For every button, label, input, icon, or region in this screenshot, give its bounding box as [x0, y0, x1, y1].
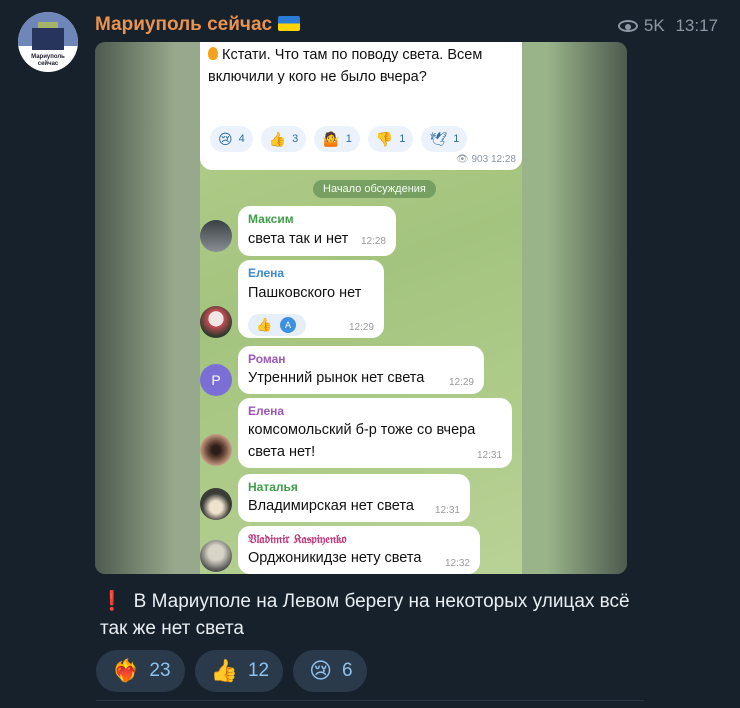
post-time: 13:17 — [675, 16, 718, 35]
avatar — [200, 434, 232, 466]
avatar — [200, 220, 232, 252]
eye-icon — [617, 20, 638, 32]
comment-time: 12:29 — [448, 377, 474, 388]
avatar-logo-text: Мариуполь сейчас — [31, 54, 65, 67]
screenshot-reactions: 😢 4 👍 3 🤷 1 👎 1 🕊 1 — [210, 126, 468, 152]
reaction-count: 6 — [342, 660, 353, 681]
crying-face-icon: 😢 — [309, 658, 333, 683]
light-bulb-icon — [208, 47, 218, 60]
avatar — [200, 540, 232, 572]
screenshot-reaction-dove: 🕊 1 — [421, 126, 468, 152]
comment-author: Елена — [248, 404, 285, 418]
comment-bubble: Максим света так и нет 12:28 — [238, 206, 396, 256]
exclamation-icon: ❗ — [100, 591, 124, 612]
avatar — [200, 488, 232, 520]
channel-message-text: Кстати. Что там по поводу света. Всем вк… — [208, 47, 483, 85]
avatar-building — [32, 28, 64, 50]
avatar: Р — [200, 364, 232, 396]
comment-time: 12:32 — [444, 558, 470, 569]
screenshot-reaction-thumbs-up: 👍 3 — [260, 126, 307, 152]
channel-name-text: Мариуполь сейчас — [95, 14, 273, 35]
reaction-thumbs-up[interactable]: 👍 12 — [194, 650, 284, 692]
comment-text: Пашковского нет — [248, 285, 362, 301]
comment-text: Орджоникидзе нету света — [248, 550, 422, 566]
dove-icon: 🕊 — [429, 130, 448, 147]
comment-bubble: Наталья Владимирская нет света 12:31 — [238, 474, 470, 522]
channel-message-bubble: Кстати. Что там по поводу света. Всем вк… — [200, 42, 522, 170]
comment-time: 12:31 — [476, 450, 502, 461]
thumbs-up-icon: 👍 — [210, 658, 238, 683]
comment-author: Наталья — [248, 480, 298, 494]
screenshot-reaction-thumbs-down: 👎 1 — [367, 126, 414, 152]
comment-author: 𝔙𝔩𝔞𝔡𝔦𝔪𝔦𝔯 𝔎𝔞𝔰𝔭𝔦𝔶𝔢𝔫𝔨𝔬 — [248, 532, 347, 546]
reactor-avatar: A — [280, 317, 296, 333]
thumbs-up-icon: 👍 — [268, 130, 287, 147]
comment-time: 12:29 — [348, 322, 374, 333]
comment-reaction: 👍 A — [248, 314, 306, 336]
reaction-crying-face[interactable]: 😢 6 — [293, 650, 367, 692]
comment-text: Владимирская нет света — [248, 498, 414, 514]
avatar — [200, 306, 232, 338]
comment-text: света так и нет — [248, 231, 349, 247]
post-caption: ❗ В Мариуполе на Левом берегу на некоторы… — [100, 588, 660, 642]
post-photo[interactable]: Кстати. Что там по поводу света. Всем вк… — [95, 42, 627, 574]
reaction-count: 23 — [149, 660, 171, 681]
comment-time: 12:28 — [360, 236, 386, 247]
thumbs-down-icon: 👎 — [375, 130, 394, 147]
comment-author: Елена — [248, 266, 285, 280]
heart-on-fire-icon: ❤️‍🔥 — [112, 658, 140, 683]
caption-text: В Мариуполе на Левом берегу на некоторых… — [100, 591, 630, 639]
shrug-icon: 🤷 — [322, 130, 340, 147]
comment-author: Роман — [248, 352, 286, 366]
channel-avatar[interactable]: Мариуполь сейчас — [18, 12, 78, 72]
divider — [96, 700, 644, 701]
crying-face-icon: 😢 — [218, 130, 233, 147]
comment-text: комсомольский б-р тоже со вчера света не… — [248, 422, 476, 460]
channel-name[interactable]: Мариуполь сейчас — [95, 14, 301, 36]
view-count: 5K — [643, 16, 665, 35]
thumbs-up-icon: 👍 — [256, 317, 273, 332]
comment-text: Утренний рынок нет света — [248, 370, 425, 386]
chat-screenshot: Кстати. Что там по поводу света. Всем вк… — [200, 42, 522, 574]
discussion-start-label: Начало обсуждения — [313, 180, 436, 198]
reaction-heart-on-fire[interactable]: ❤️‍🔥 23 — [96, 650, 185, 692]
ukraine-flag-icon — [278, 16, 301, 31]
comment-bubble: Роман Утренний рынок нет света 12:29 — [238, 346, 484, 394]
screenshot-reaction-shrug: 🤷 1 — [314, 126, 360, 152]
comment-bubble: Елена комсомольский б-р тоже со вчера св… — [238, 398, 512, 468]
screenshot-reaction-cry: 😢 4 — [210, 126, 253, 152]
post-meta: 5K 13:17 — [617, 16, 718, 36]
channel-message-stamp: 👁 903 12:28 — [456, 154, 516, 165]
comment-bubble: Елена Пашковского нет 👍 A 12:29 — [238, 260, 384, 338]
post-reactions: ❤️‍🔥 23 👍 12 😢 6 — [96, 650, 367, 692]
comment-author: Максим — [248, 212, 294, 226]
comment-bubble: 𝔙𝔩𝔞𝔡𝔦𝔪𝔦𝔯 𝔎𝔞𝔰𝔭𝔦𝔶𝔢𝔫𝔨𝔬 Орджоникидзе нету св… — [238, 526, 480, 574]
reaction-count: 12 — [247, 660, 270, 681]
comment-time: 12:31 — [434, 505, 460, 516]
